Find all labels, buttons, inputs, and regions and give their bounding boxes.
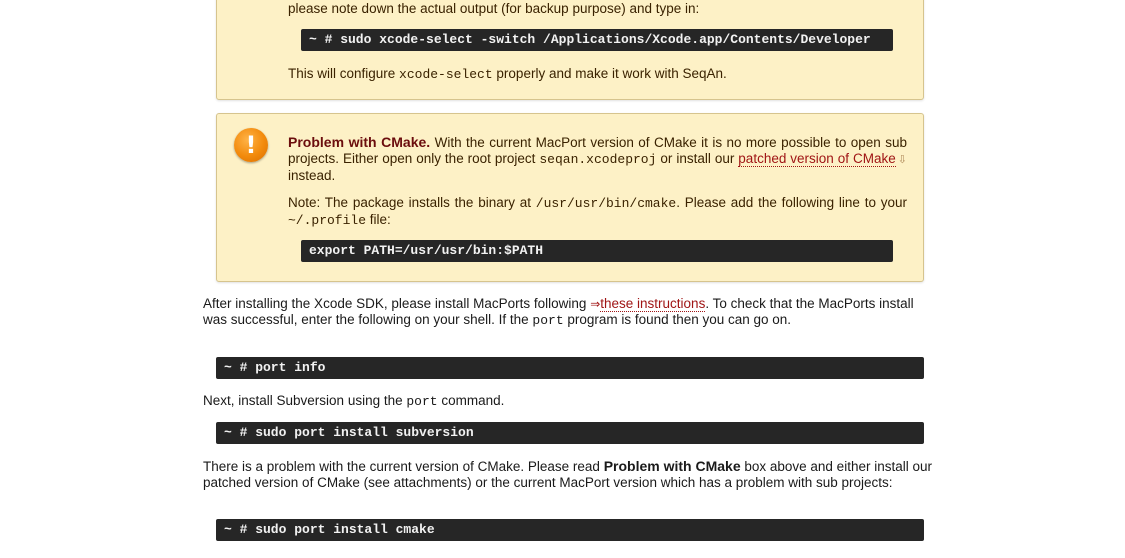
inline-code: port	[532, 313, 564, 328]
body-text: There is a problem with the current vers…	[203, 459, 604, 474]
warning-paragraph-2: Note: The package installs the binary at…	[288, 195, 907, 229]
inline-code: port	[406, 394, 438, 409]
body-text: program is found then you can go on.	[563, 312, 792, 327]
inline-code: seqan.xcodeproj	[539, 152, 657, 167]
bold-reference: Problem with CMake	[603, 458, 741, 474]
note-box-xcode-select: please note down the actual output (for …	[216, 0, 924, 100]
body-text: After installing the Xcode SDK, please i…	[203, 296, 591, 311]
note-text: This will configure	[288, 66, 400, 81]
macports-instructions-paragraph: After installing the Xcode SDK, please i…	[203, 296, 937, 329]
warning-text: instead.	[288, 168, 336, 183]
warning-text: . Please add the following line to your	[676, 195, 907, 210]
warning-title: Problem with CMake.	[288, 134, 431, 150]
external-link-icon: ⇒	[590, 297, 601, 311]
code-block-install-cmake: ~ # sudo port install cmake	[216, 519, 924, 541]
body-text: command.	[437, 393, 505, 408]
patched-cmake-link[interactable]: patched version of CMake	[738, 151, 896, 167]
download-icon: ⇩	[897, 154, 907, 166]
warning-paragraph-1: Problem with CMake. With the current Mac…	[288, 134, 907, 184]
note-text-line2: This will configure xcode-select properl…	[288, 66, 907, 83]
code-block-xcode-select: ~ # sudo xcode-select -switch /Applicati…	[301, 29, 893, 51]
body-text: Next, install Subversion using the	[203, 393, 407, 408]
code-block-port-info: ~ # port info	[216, 357, 924, 379]
inline-code: xcode-select	[399, 67, 493, 82]
cmake-paragraph: There is a problem with the current vers…	[203, 458, 937, 491]
inline-code: /usr/usr/bin/cmake	[535, 196, 677, 211]
subversion-paragraph: Next, install Subversion using the port …	[203, 393, 937, 410]
warning-icon: !	[234, 128, 268, 162]
warning-text: or install our	[656, 151, 739, 166]
warning-text: Note: The package installs the binary at	[288, 195, 536, 210]
code-block-export-path: export PATH=/usr/usr/bin:$PATH	[301, 240, 893, 262]
note-text: properly and make it work with SeqAn.	[492, 66, 727, 81]
note-text-line1: please note down the actual output (for …	[288, 1, 700, 16]
warning-box-cmake: ! Problem with CMake. With the current M…	[216, 113, 924, 282]
these-instructions-link[interactable]: these instructions	[600, 296, 706, 312]
warning-text: file:	[366, 212, 391, 227]
code-block-install-subversion: ~ # sudo port install subversion	[216, 422, 924, 444]
inline-code: ~/.profile	[288, 213, 367, 228]
